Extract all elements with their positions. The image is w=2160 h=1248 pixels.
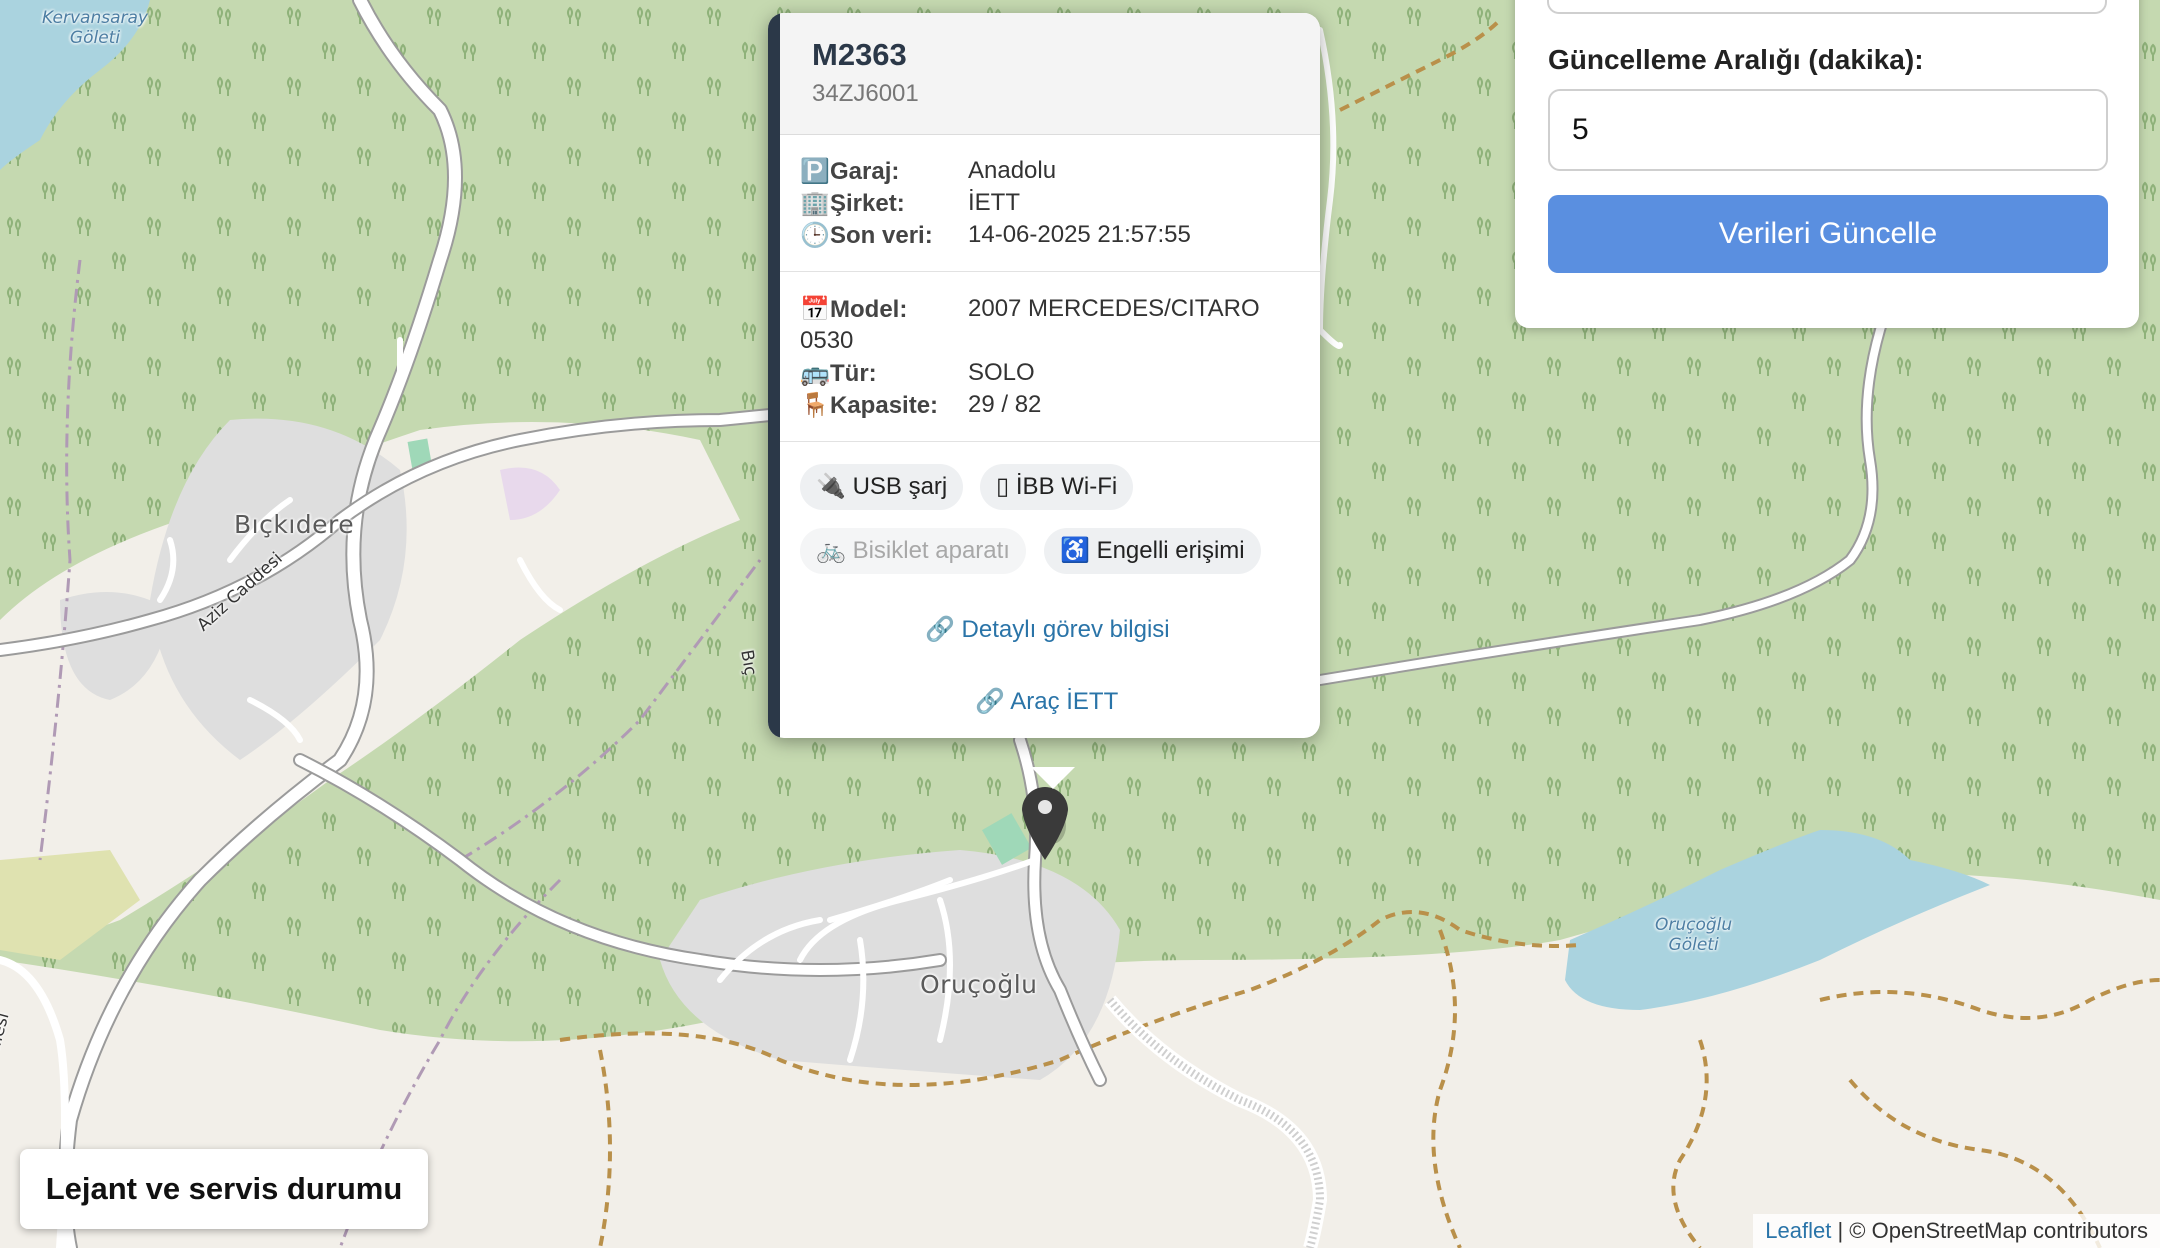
garage-value: Anadolu <box>968 157 1057 184</box>
info-row-last-data: 🕒Son veri: <box>800 222 933 249</box>
capacity-value: 29 / 82 <box>968 391 1042 418</box>
feature-chip-accessibility: ♿ Engelli erişimi <box>1044 528 1261 574</box>
parking-icon: 🅿️ <box>800 158 830 185</box>
divider <box>780 441 1320 442</box>
bus-icon: 🚌 <box>800 360 830 387</box>
wifi-icon: ▯ <box>996 473 1010 500</box>
vehicle-plate: 34ZJ6001 <box>812 80 919 107</box>
chair-icon: 🪑 <box>800 392 830 419</box>
info-row-model: 📅Model: <box>800 296 908 323</box>
place-label: Oruçoğlu <box>920 970 1038 999</box>
map-attribution: Leaflet | © OpenStreetMap contributors <box>1753 1214 2160 1248</box>
plug-icon: 🔌 <box>816 473 846 500</box>
vehicle-popup: M2363 34ZJ6001 🅿️Garaj: Anadolu 🏢Şirket:… <box>768 13 1320 738</box>
update-data-button[interactable]: Verileri Güncelle <box>1548 195 2108 273</box>
wheelchair-icon: ♿ <box>1060 537 1090 564</box>
street-label: Bıç <box>736 648 761 678</box>
info-row-garage: 🅿️Garaj: <box>800 158 900 185</box>
vehicle-iett-link[interactable]: 🔗 Araç İETT <box>975 687 1118 716</box>
water-label: Oruçoğlu Göleti <box>1655 915 1733 955</box>
info-row-company: 🏢Şirket: <box>800 190 905 217</box>
bicycle-icon: 🚲 <box>816 537 846 564</box>
feature-chip-usb: 🔌 USB şarj <box>800 464 964 510</box>
feature-chip-wifi: ▯ İBB Wi-Fi <box>980 464 1134 510</box>
place-label: Bıçkıdere <box>234 510 355 539</box>
popup-tip <box>1031 767 1075 789</box>
company-value: İETT <box>968 189 1020 216</box>
feature-chip-bike-rack: 🚲 Bisiklet aparatı <box>800 528 1026 574</box>
detailed-task-link[interactable]: 🔗 Detaylı görev bilgisi <box>925 615 1170 644</box>
info-row-capacity: 🪑Kapasite: <box>800 392 939 419</box>
clock-icon: 🕒 <box>800 222 830 249</box>
leaflet-link[interactable]: Leaflet <box>1765 1218 1831 1243</box>
model-value: 2007 MERCEDES/CITARO <box>968 295 1260 322</box>
legend-button[interactable]: Lejant ve servis durumu <box>20 1149 428 1229</box>
calendar-icon: 📅 <box>800 296 830 323</box>
water-label: Kervansaray Göleti <box>42 8 148 48</box>
interval-input[interactable] <box>1548 89 2108 171</box>
popup-accent-bar <box>768 13 780 738</box>
building-icon: 🏢 <box>800 190 830 217</box>
info-row-type: 🚌Tür: <box>800 360 877 387</box>
vehicle-marker-icon[interactable] <box>1018 782 1072 862</box>
type-value: SOLO <box>968 359 1035 386</box>
settings-panel: Güncelleme Aralığı (dakika): Verileri Gü… <box>1515 0 2139 328</box>
vehicle-title: M2363 <box>812 37 907 72</box>
interval-label: Güncelleme Aralığı (dakika): <box>1548 44 1924 75</box>
previous-field[interactable] <box>1547 0 2107 14</box>
popup-header: M2363 34ZJ6001 <box>780 13 1320 135</box>
last-data-value: 14-06-2025 21:57:55 <box>968 221 1191 248</box>
divider <box>780 271 1320 272</box>
model-value-continued: 0530 <box>800 327 854 354</box>
